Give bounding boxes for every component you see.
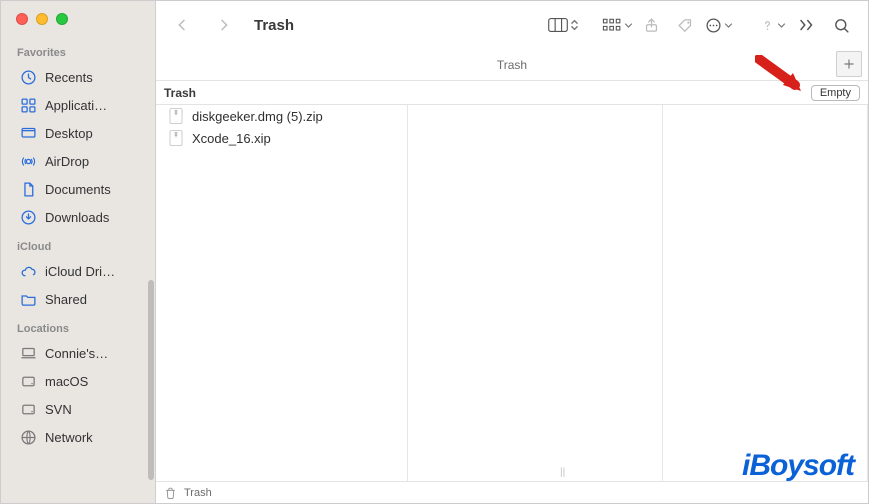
sidebar-item-label: Desktop (45, 126, 93, 141)
share-button[interactable] (635, 11, 667, 39)
download-icon (19, 208, 37, 226)
sidebar-item-label: Recents (45, 70, 93, 85)
laptop-icon (19, 344, 37, 362)
empty-trash-button[interactable]: Empty (811, 85, 860, 101)
sidebar-item-network[interactable]: Network (1, 423, 155, 451)
sidebar-scrollbar-thumb[interactable] (148, 280, 154, 480)
main-area: Trash Trash Trash Empty (156, 1, 868, 503)
cloud-icon (19, 262, 37, 280)
help-button[interactable] (757, 11, 789, 39)
sidebar-item-label: iCloud Dri… (45, 264, 115, 279)
airdrop-icon (19, 152, 37, 170)
clock-icon (19, 68, 37, 86)
sidebar-item-desktop[interactable]: Desktop (1, 119, 155, 147)
chevron-down-icon (777, 21, 786, 30)
grid-icon (19, 96, 37, 114)
watermark: iBoysoft (742, 449, 854, 483)
file-row[interactable]: diskgeeker.dmg (5).zip (156, 105, 407, 127)
sidebar-item-label: Downloads (45, 210, 109, 225)
sidebar-item-downloads[interactable]: Downloads (1, 203, 155, 231)
sidebar-item-documents[interactable]: Documents (1, 175, 155, 203)
sidebar-item-label: Connie's… (45, 346, 108, 361)
page-title: Trash (254, 17, 294, 34)
tab-label[interactable]: Trash (497, 58, 527, 72)
sidebar-item-computer[interactable]: Connie's… (1, 339, 155, 367)
updown-icon (570, 18, 579, 32)
preview-pane (663, 105, 868, 481)
sidebar-item-label: macOS (45, 374, 88, 389)
doc-icon (19, 180, 37, 198)
column-1[interactable]: diskgeeker.dmg (5).zip Xcode_16.xip (156, 105, 408, 481)
disk-icon (19, 400, 37, 418)
column-name-label: Trash (164, 86, 196, 100)
trash-icon (164, 486, 178, 500)
sidebar-item-svn[interactable]: SVN (1, 395, 155, 423)
new-tab-button[interactable] (836, 51, 862, 77)
forward-button[interactable] (208, 11, 240, 39)
window-controls (1, 1, 155, 37)
annotation-arrow (755, 55, 803, 95)
sidebar-item-label: Documents (45, 182, 111, 197)
desktop-icon (19, 124, 37, 142)
path-bar: Trash (156, 481, 868, 503)
file-row[interactable]: Xcode_16.xip (156, 127, 407, 149)
sidebar-section-icloud: iCloud (1, 231, 155, 257)
toolbar: Trash (156, 1, 868, 49)
folder-icon (19, 290, 37, 308)
back-button[interactable] (166, 11, 198, 39)
search-button[interactable] (825, 11, 857, 39)
column-2[interactable] (408, 105, 663, 481)
columns-view: diskgeeker.dmg (5).zip Xcode_16.xip (156, 105, 868, 481)
sidebar-item-macos[interactable]: macOS (1, 367, 155, 395)
minimize-window-button[interactable] (36, 13, 48, 25)
group-by-button[interactable] (601, 11, 633, 39)
overflow-button[interactable] (791, 11, 823, 39)
file-name: diskgeeker.dmg (5).zip (192, 109, 323, 124)
chevron-down-icon (624, 21, 633, 30)
sidebar-item-applications[interactable]: Applicati… (1, 91, 155, 119)
archive-icon (168, 130, 184, 146)
tags-button[interactable] (669, 11, 701, 39)
sidebar-item-label: AirDrop (45, 154, 89, 169)
archive-icon (168, 108, 184, 124)
column-resize-handle[interactable]: || (560, 467, 565, 478)
file-name: Xcode_16.xip (192, 131, 271, 146)
sidebar-item-airdrop[interactable]: AirDrop (1, 147, 155, 175)
sidebar-item-label: SVN (45, 402, 72, 417)
fullscreen-window-button[interactable] (56, 13, 68, 25)
sidebar-item-shared[interactable]: Shared (1, 285, 155, 313)
sidebar-item-label: Shared (45, 292, 87, 307)
more-actions-button[interactable] (703, 11, 735, 39)
path-bar-label: Trash (184, 487, 212, 499)
sidebar-item-label: Applicati… (45, 98, 107, 113)
sidebar-item-icloud-drive[interactable]: iCloud Dri… (1, 257, 155, 285)
disk-icon (19, 372, 37, 390)
view-columns-button[interactable] (547, 11, 579, 39)
close-window-button[interactable] (16, 13, 28, 25)
globe-icon (19, 428, 37, 446)
sidebar-section-favorites: Favorites (1, 37, 155, 63)
sidebar-section-locations: Locations (1, 313, 155, 339)
sidebar: Favorites Recents Applicati… Desktop Air… (1, 1, 156, 503)
sidebar-item-label: Network (45, 430, 93, 445)
chevron-down-icon (724, 21, 733, 30)
sidebar-item-recents[interactable]: Recents (1, 63, 155, 91)
